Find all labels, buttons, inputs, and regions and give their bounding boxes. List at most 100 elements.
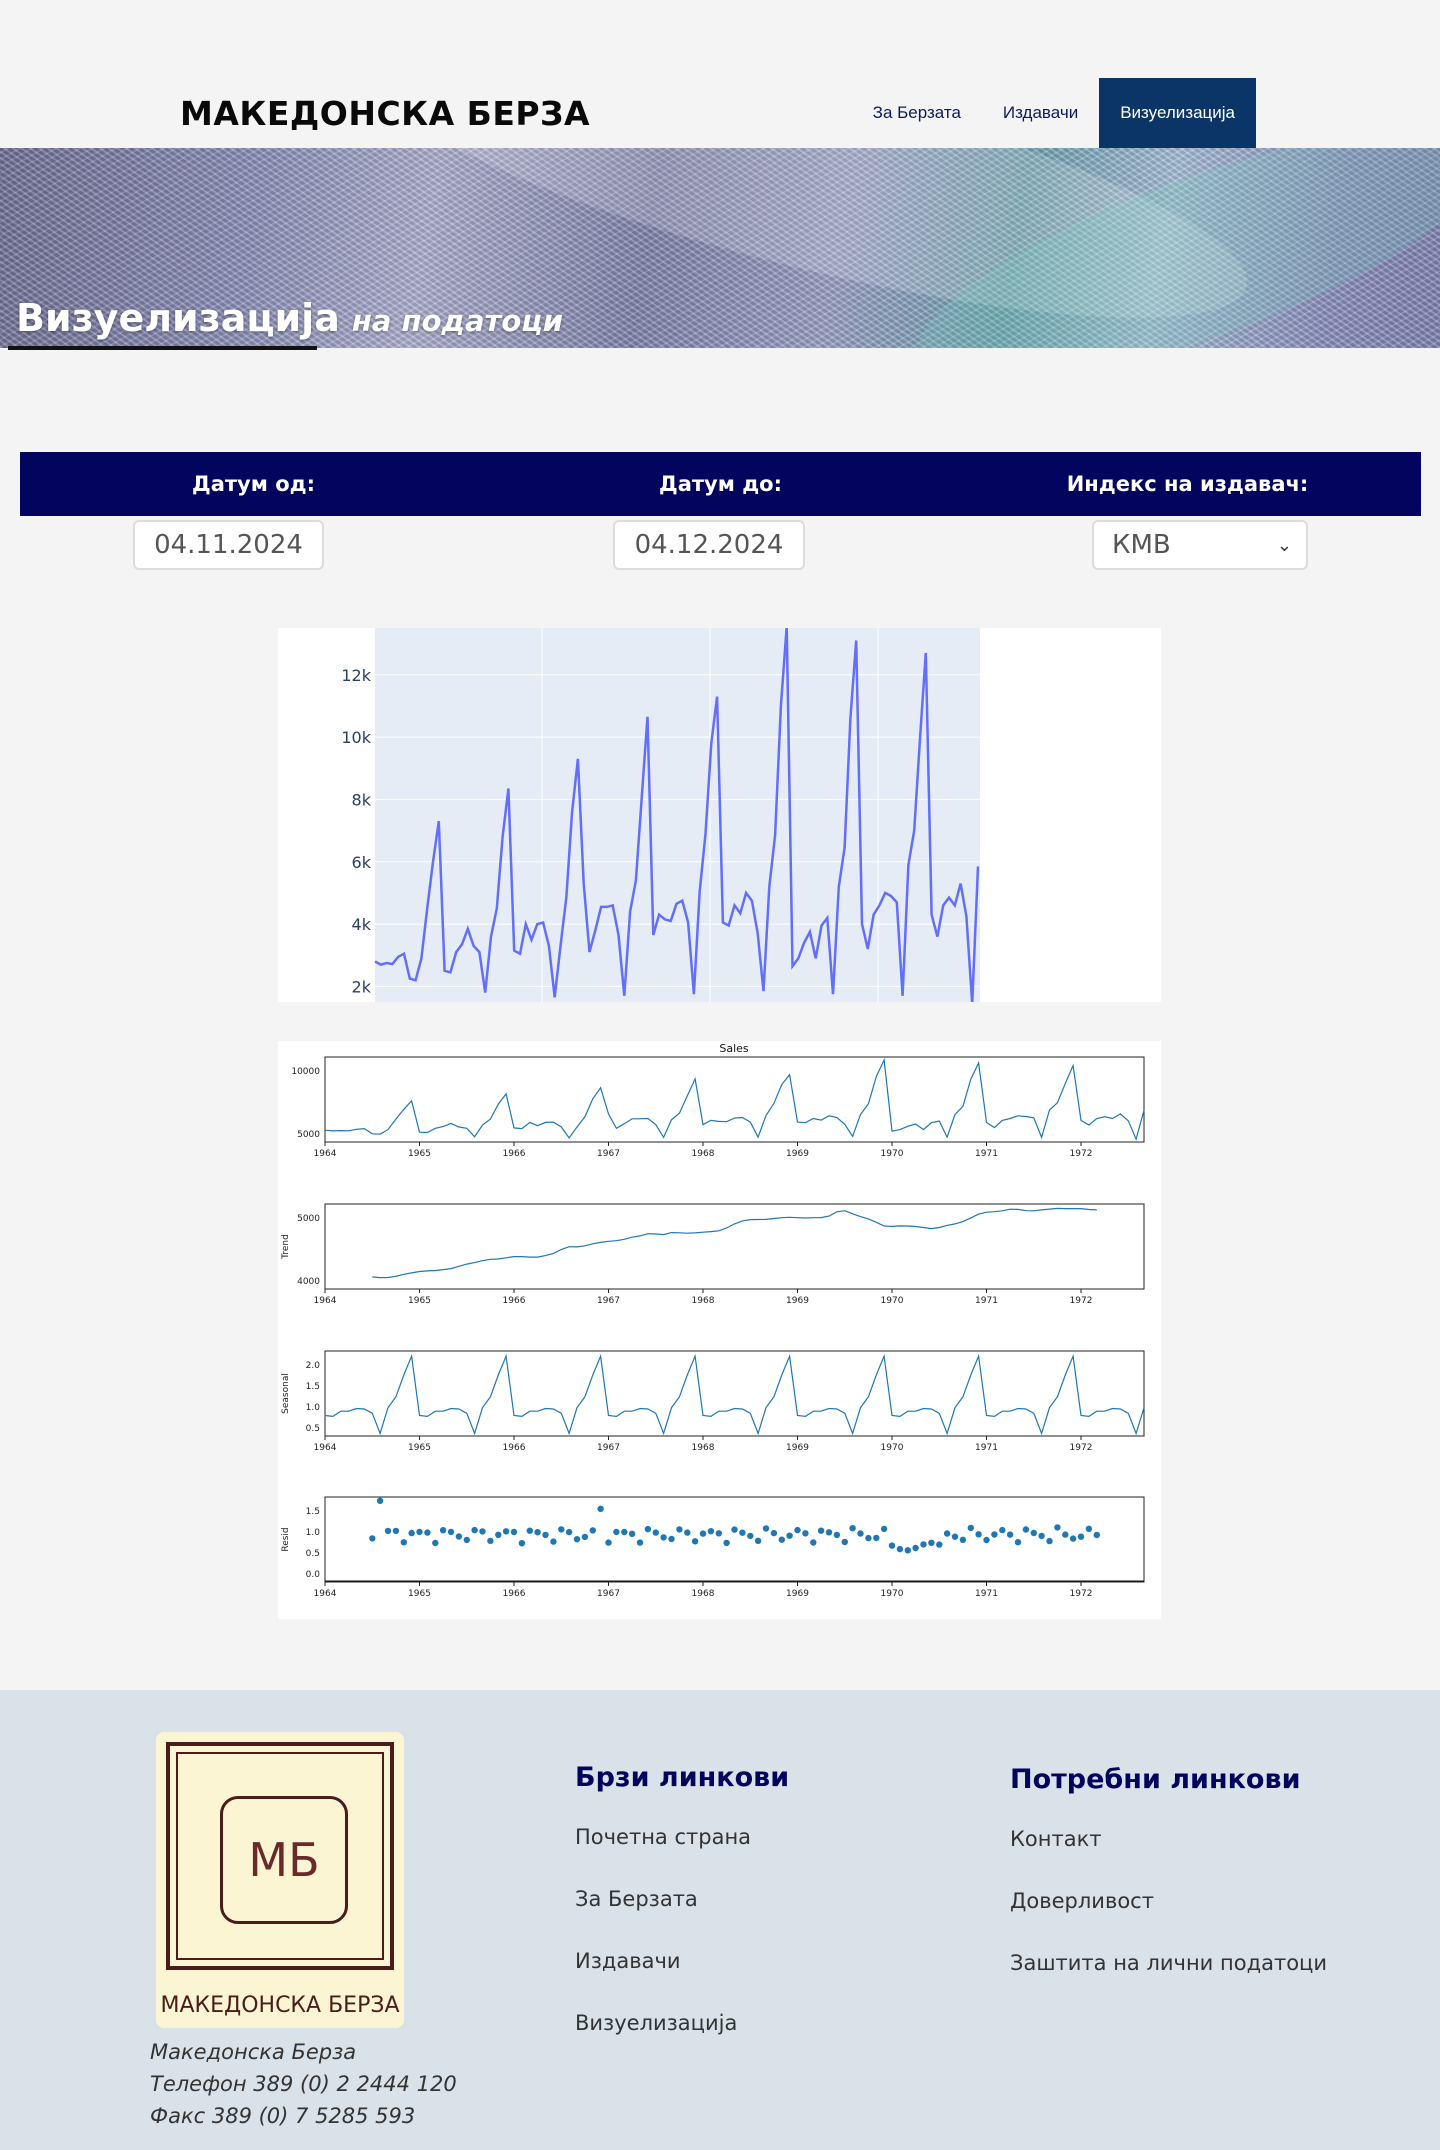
residual-point (628, 1530, 636, 1537)
residual-point (416, 1528, 423, 1536)
residual-point (967, 1524, 974, 1532)
footer-link-issuers[interactable]: Издавачи (575, 1949, 789, 1973)
x-tick-label: 1971 (975, 1149, 998, 1159)
x-tick-label: 1965 (408, 1589, 431, 1599)
index-select[interactable]: КМВ ⌄ (1092, 520, 1308, 570)
company-fax: Факс 389 (0) 7 5285 593 (150, 2104, 416, 2128)
residual-point (762, 1525, 770, 1532)
residual-point (376, 1497, 384, 1504)
residual-point (550, 1538, 557, 1545)
residual-point (896, 1545, 904, 1553)
residual-point (715, 1530, 722, 1537)
y-tick-label: 8k (352, 790, 372, 809)
residual-point (991, 1531, 998, 1538)
residual-point (1093, 1531, 1100, 1539)
hero-title-main: Визуелизација (16, 296, 340, 340)
panel-frame (324, 1203, 1145, 1290)
x-tick-label: 1966 (503, 1149, 526, 1159)
nav-visualization[interactable]: Визуелизација (1099, 78, 1256, 148)
residual-point (479, 1528, 486, 1535)
chart-title: Sales (719, 1042, 749, 1055)
x-tick-label: 1967 (597, 1149, 620, 1159)
residual-point (1022, 1526, 1030, 1533)
x-tick-label: 1968 (692, 1149, 715, 1159)
hero-title-sub: на податоци (351, 304, 564, 338)
residual-point (817, 1527, 825, 1534)
residual-point (644, 1525, 652, 1533)
page-title: Визуелизација на податоци (16, 296, 563, 340)
plot-area (375, 628, 980, 1002)
y-tick-label: 10k (341, 728, 371, 747)
residual-point (1046, 1537, 1053, 1545)
main-nav: За Берзата Издавачи Визуелизација (852, 78, 1256, 148)
x-tick-label: 1964 (314, 1589, 337, 1599)
residual-point (928, 1539, 935, 1546)
residual-point (999, 1526, 1006, 1534)
y-tick-label: 2k (352, 977, 372, 996)
residual-point (534, 1529, 541, 1536)
footer-link-about[interactable]: За Берзата (575, 1887, 789, 1911)
nav-issuers[interactable]: Издавачи (982, 78, 1099, 148)
date-to-label: Датум до: (659, 472, 782, 496)
hero-banner: Визуелизација на податоци (0, 148, 1440, 348)
footer-link-data-protection[interactable]: Заштита на лични податоци (1010, 1951, 1327, 1975)
x-tick-label: 1969 (786, 1443, 809, 1453)
residual-point (1069, 1535, 1077, 1542)
residual-point (432, 1539, 439, 1547)
brand-logo-text[interactable]: МАКЕДОНСКА БЕРЗА (180, 94, 590, 133)
x-tick-label: 1971 (975, 1589, 998, 1599)
x-tick-label: 1968 (692, 1589, 715, 1599)
residual-point (691, 1538, 699, 1545)
residual-point (613, 1528, 620, 1536)
quick-links-title: Брзи линкови (575, 1762, 790, 1793)
y-tick-label: 4k (352, 915, 372, 934)
residual-point (1077, 1533, 1085, 1540)
residual-point (463, 1536, 470, 1544)
residual-point (384, 1527, 392, 1535)
x-tick-label: 1967 (597, 1443, 620, 1453)
footer-link-contact[interactable]: Контакт (1010, 1827, 1327, 1851)
residual-point (794, 1526, 801, 1534)
x-tick-label: 1970 (881, 1149, 904, 1159)
residual-point (455, 1533, 463, 1540)
panel-frame (324, 1496, 1145, 1583)
y-axis-label: Trend (281, 1234, 291, 1260)
residual-point (707, 1528, 715, 1535)
chevron-down-icon: ⌄ (1276, 534, 1292, 556)
residual-point (888, 1542, 896, 1549)
y-axis-label: Resid (281, 1527, 291, 1551)
residual-point (526, 1527, 533, 1534)
residual-point (518, 1540, 526, 1547)
x-tick-label: 1971 (975, 1443, 998, 1453)
filter-bar: Датум од: Датум до: Индекс на издавач: (20, 452, 1421, 516)
residual-point (943, 1530, 951, 1537)
nav-about[interactable]: За Берзата (852, 78, 982, 148)
logo-text: МАКЕДОНСКА БЕРЗА (160, 1993, 400, 2018)
footer-link-privacy[interactable]: Доверливост (1010, 1889, 1327, 1913)
residual-point (951, 1533, 959, 1540)
footer-link-home[interactable]: Почетна страна (575, 1825, 789, 1849)
residual-point (439, 1527, 447, 1534)
residual-point (558, 1526, 565, 1533)
residual-point (1030, 1529, 1037, 1537)
residual-point (597, 1505, 604, 1512)
footer-link-visualization[interactable]: Визуелизација (575, 2011, 789, 2035)
residual-point (369, 1535, 376, 1542)
x-tick-label: 1968 (692, 1296, 715, 1306)
residual-point (731, 1526, 738, 1533)
quick-links: Брзи линкови Почетна страна За Берзата И… (575, 1762, 789, 2073)
residual-point (1006, 1531, 1014, 1538)
y-tick-label: 1.5 (306, 1382, 320, 1392)
top-navigation-bar: МАКЕДОНСКА БЕРЗА За Берзата Издавачи Виз… (0, 0, 1440, 148)
date-from-input[interactable]: 04.11.2024 (133, 520, 324, 570)
x-tick-label: 1969 (786, 1589, 809, 1599)
index-label: Индекс на издавач: (1066, 472, 1309, 496)
x-tick-label: 1969 (786, 1296, 809, 1306)
x-tick-label: 1972 (1070, 1296, 1093, 1306)
x-tick-label: 1970 (881, 1443, 904, 1453)
residual-point (865, 1534, 872, 1542)
residual-point (495, 1531, 502, 1538)
date-to-input[interactable]: 04.12.2024 (613, 520, 805, 570)
logo-frame: МБ (166, 1742, 394, 1970)
residual-point (581, 1533, 589, 1541)
